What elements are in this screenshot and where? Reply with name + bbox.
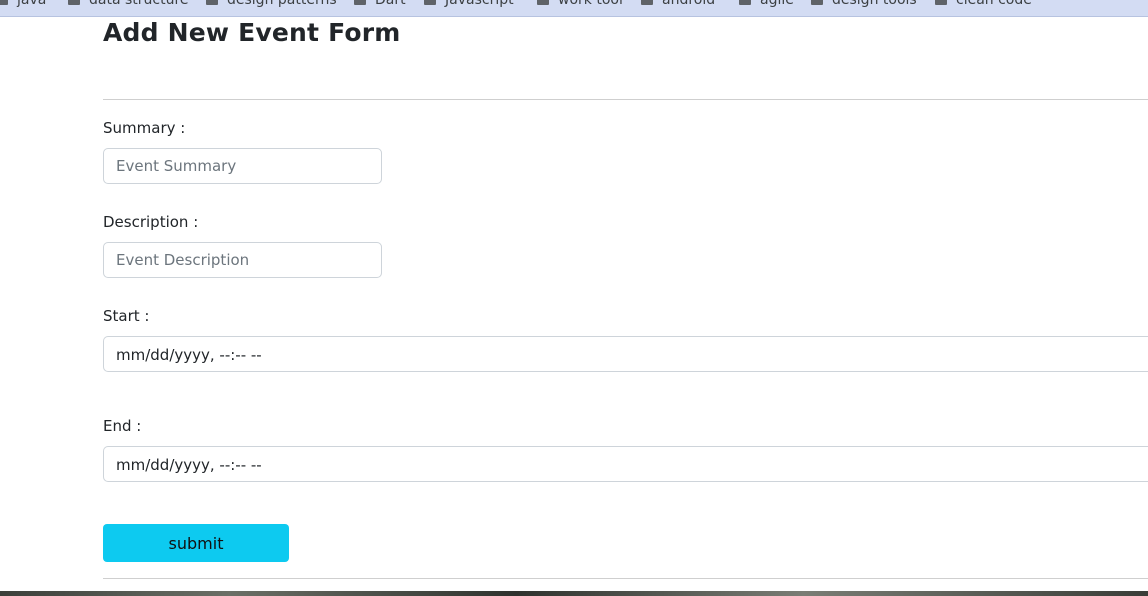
top-divider: [103, 99, 1148, 100]
folder-icon: [424, 0, 436, 5]
submit-button[interactable]: submit: [103, 524, 289, 562]
desktop-background-strip: [0, 591, 1148, 596]
end-datetime-text: mm/dd/yyyy, --:-- --: [116, 456, 262, 474]
end-datetime-input[interactable]: mm/dd/yyyy, --:-- --: [103, 446, 1148, 482]
bookmark-label: agile: [760, 0, 794, 8]
bookmark-clean-code[interactable]: clean code: [935, 0, 1032, 7]
page-title: Add New Event Form: [103, 18, 401, 47]
bookmark-label: Javascript: [445, 0, 514, 8]
folder-icon: [935, 0, 947, 5]
folder-icon: [206, 0, 218, 5]
bookmark-android[interactable]: android: [641, 0, 715, 7]
folder-icon: [739, 0, 751, 5]
folder-icon: [68, 0, 80, 5]
summary-input[interactable]: [103, 148, 382, 184]
folder-icon: [0, 0, 8, 5]
start-label: Start :: [103, 307, 150, 325]
folder-icon: [537, 0, 549, 5]
bookmark-label: Dart: [375, 0, 406, 8]
folder-icon: [641, 0, 653, 5]
start-datetime-text: mm/dd/yyyy, --:-- --: [116, 346, 262, 364]
description-input[interactable]: [103, 242, 382, 278]
bookmark-work-tool[interactable]: work tool: [537, 0, 623, 7]
bookmark-agile[interactable]: agile: [739, 0, 794, 7]
bookmark-label: android: [662, 0, 716, 8]
bookmark-label: work tool: [558, 0, 623, 8]
bookmark-javascript[interactable]: Javascript: [424, 0, 514, 7]
bookmark-dart[interactable]: Dart: [354, 0, 406, 7]
bookmark-data-structure[interactable]: data structure: [68, 0, 189, 7]
bookmark-label: clean code: [956, 0, 1032, 8]
bookmark-label: design patterns: [227, 0, 337, 8]
bookmark-design-tools[interactable]: design tools: [811, 0, 917, 7]
folder-icon: [811, 0, 823, 5]
description-label: Description :: [103, 213, 199, 231]
summary-label: Summary :: [103, 119, 186, 137]
folder-icon: [354, 0, 366, 5]
start-datetime-input[interactable]: mm/dd/yyyy, --:-- --: [103, 336, 1148, 372]
bottom-divider: [103, 578, 1148, 579]
bookmark-design-patterns[interactable]: design patterns: [206, 0, 337, 7]
end-label: End :: [103, 417, 142, 435]
bookmark-label: data structure: [89, 0, 189, 8]
bookmark-label: java: [17, 0, 47, 8]
bookmark-label: design tools: [832, 0, 917, 8]
bookmarks-bar: java data structure design patterns Dart…: [0, 0, 1148, 17]
bookmark-java[interactable]: java: [0, 0, 46, 7]
